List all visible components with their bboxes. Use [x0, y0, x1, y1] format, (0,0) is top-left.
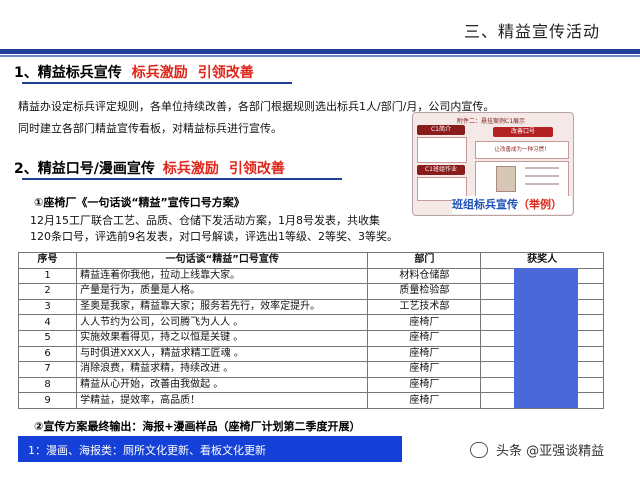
row-dept: 座椅厂 — [367, 392, 482, 409]
poster-box-intro: C1简介 — [417, 125, 465, 135]
row-slogan: 人人节约为公司，公司腾飞为人人 。 — [76, 314, 369, 331]
section1-heading: 1、精益标兵宣传 标兵激励 引领改善 — [14, 62, 254, 82]
col-winner: 获奖人 — [480, 252, 604, 269]
col-no: 序号 — [17, 252, 78, 269]
section2-tag2: 引领改善 — [228, 161, 285, 177]
section1-para2: 同时建立各部门精益宣传看板，对精益标兵进行宣传。 — [18, 122, 282, 135]
row-slogan: 实施效果看得见，持之以恒是关键 。 — [76, 329, 369, 347]
row-slogan: 圣奥是我家，精益靠大家；服务若先行，效率定提升。 — [76, 298, 369, 316]
winner-redaction — [514, 268, 578, 408]
plan-desc1: 12月15工厂联合工艺、品质、仓储下发活动方案，1月8号发表，共收集 — [30, 214, 380, 227]
row-dept: 座椅厂 — [367, 376, 482, 394]
row-dept: 座椅厂 — [367, 329, 482, 347]
output-plan-title: ②宣传方案最终输出：海报+漫画样品（座椅厂计划第二季度开展） — [34, 420, 361, 433]
row-no: 1 — [17, 267, 78, 285]
header-rule-thin — [0, 55, 640, 57]
poster-header: 附件二：悬挂案例C1展示 — [457, 118, 526, 125]
row-dept: 座椅厂 — [367, 314, 482, 331]
section2-heading: 2、精益口号/漫画宣传 标兵激励 引领改善 — [14, 158, 285, 178]
row-no: 9 — [17, 392, 78, 409]
wechat-icon — [470, 442, 488, 458]
poster-slogan: 让改善成为一种习惯！ — [475, 141, 569, 159]
section1-tag2: 引领改善 — [197, 65, 254, 81]
row-no: 8 — [17, 376, 78, 394]
section2-title: 2、精益口号/漫画宣传 — [14, 161, 155, 177]
employee-photo — [496, 166, 516, 192]
row-no: 2 — [17, 283, 78, 300]
poster-box-team: C1班组作业 — [417, 165, 465, 175]
header-rule — [0, 49, 640, 54]
row-slogan: 产量是行为，质量是人格。 — [76, 283, 369, 300]
section2-tag1: 标兵激励 — [162, 161, 219, 177]
row-no: 7 — [17, 361, 78, 378]
section1-title: 1、精益标兵宣传 — [14, 65, 122, 81]
row-slogan: 精益从心开始，改善由我做起 。 — [76, 376, 369, 394]
row-no: 3 — [17, 298, 78, 316]
section2-underline — [22, 178, 342, 180]
watermark: 头条 @亚强谈精益 — [496, 444, 605, 459]
table-header-row: 序号 一句话谈“精益”口号宣传 部门 获奖人 — [17, 252, 604, 269]
section1-underline — [22, 82, 292, 84]
row-slogan: 学精益，提效率，高品质！ — [76, 392, 369, 409]
poster-line — [525, 183, 559, 185]
poster-line — [525, 175, 559, 177]
col-slogan: 一句话谈“精益”口号宣传 — [76, 252, 369, 269]
row-no: 6 — [17, 345, 78, 363]
poster-intro-block — [417, 137, 467, 163]
row-slogan: 精益连着你我他，拉动上线靠大家。 — [76, 267, 369, 285]
plan-desc2: 120条口号，评选前9名发表，对口号解读，评选出1等级、2等奖、3等奖。 — [30, 230, 398, 243]
row-slogan: 与时俱进XXX人，精益求精工匠魂 。 — [76, 345, 369, 363]
page-title: 三、精益宣传活动 — [463, 22, 600, 41]
bottom-banner-text: 1：漫画、海报类：厕所文化更新、看板文化更新 — [28, 444, 266, 457]
poster-line — [525, 167, 559, 169]
row-slogan: 消除浪费，精益求精，持续改进 。 — [76, 361, 369, 378]
poster-caption-text: 班组标兵宣传 — [452, 198, 518, 211]
row-dept: 工艺技术部 — [367, 298, 482, 316]
poster-box-slogan: 改善口号 — [493, 127, 553, 137]
poster-caption-paren: （举例） — [518, 198, 562, 211]
row-dept: 座椅厂 — [367, 345, 482, 363]
row-no: 4 — [17, 314, 78, 331]
poster-caption: 班组标兵宣传（举例） — [452, 196, 572, 214]
slogan-plan-title: ①座椅厂《一句话谈“精益”宣传口号方案》 — [34, 196, 245, 209]
row-dept: 质量检验部 — [367, 283, 482, 300]
row-no: 5 — [17, 329, 78, 347]
row-dept: 材料仓储部 — [367, 267, 482, 285]
row-dept: 座椅厂 — [367, 361, 482, 378]
slide-header: 三、精益宣传活动 — [0, 0, 640, 42]
col-dept: 部门 — [367, 252, 482, 269]
section1-tag1: 标兵激励 — [131, 65, 188, 81]
